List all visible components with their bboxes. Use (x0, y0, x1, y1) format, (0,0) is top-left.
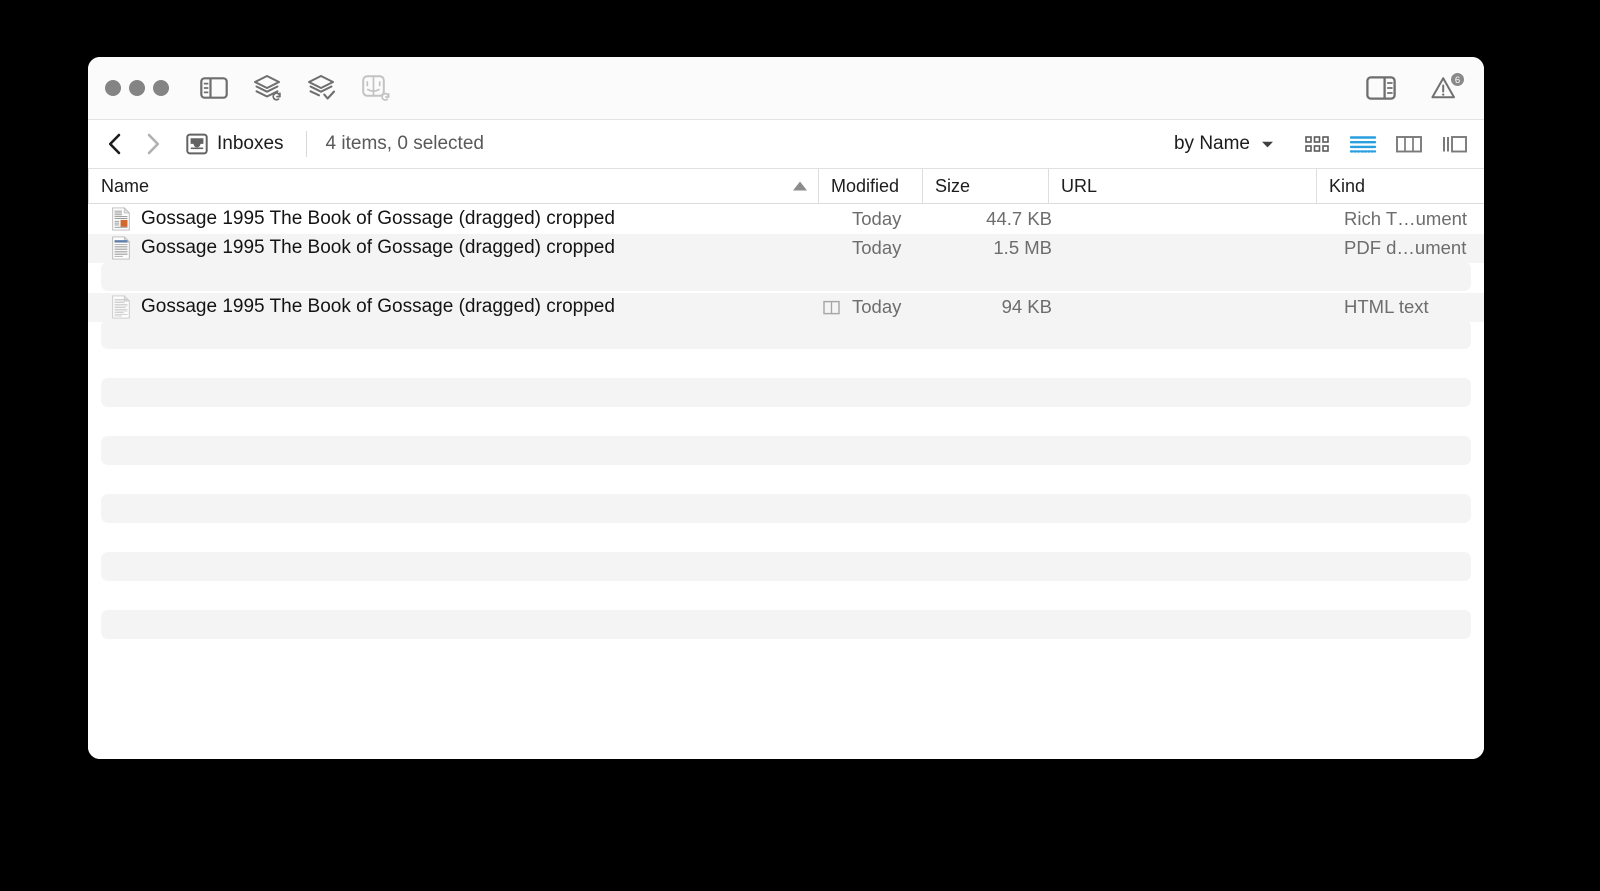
verify-button[interactable] (305, 71, 339, 105)
row-flag-cell (816, 293, 846, 323)
row-flag-cell (816, 234, 846, 264)
back-button[interactable] (104, 131, 126, 157)
table-row[interactable]: Gossage 1995 The Book of Gossage (dragge… (88, 292, 1484, 323)
empty-row (101, 494, 1471, 523)
desktop-backdrop: 6 (0, 0, 1600, 891)
finder-import-icon (362, 75, 390, 101)
layers-check-icon (308, 75, 336, 100)
row-modified-cell: Today (852, 296, 902, 318)
sort-order-button[interactable]: by Name (1168, 133, 1280, 155)
minimize-button[interactable] (129, 80, 145, 96)
sidebar-icon (200, 77, 228, 99)
row-name-label: Gossage 1995 The Book of Gossage (dragge… (141, 237, 615, 259)
column-view-icon (1396, 136, 1422, 153)
row-modified-cell: Today (852, 207, 902, 229)
location-label: Inboxes (217, 133, 284, 154)
chevron-down-icon (1262, 141, 1273, 147)
column-header-modified[interactable]: Modified (818, 169, 922, 203)
file-list[interactable]: Gossage 1995 The Book of Gossage (dragge… (88, 204, 1484, 759)
row-kind-cell: Rich T…ument (1344, 207, 1468, 229)
chevron-left-icon (108, 133, 121, 155)
empty-row (101, 320, 1471, 349)
column-header-modified-label: Modified (831, 175, 900, 196)
row-flag-cell (816, 204, 846, 234)
column-header-url-label: URL (1061, 175, 1098, 196)
row-name-label: Gossage 1995 The Book of Gossage (dragge… (141, 207, 615, 229)
inspector-icon (1366, 76, 1396, 100)
navbar-right-group: by Name (1168, 120, 1470, 168)
sort-ascending-icon (793, 181, 807, 191)
column-header-kind-label: Kind (1329, 175, 1366, 196)
html-document-icon (112, 295, 131, 319)
sidebar-toggle-button[interactable] (197, 71, 231, 105)
location-button[interactable]: Inboxes (186, 131, 306, 157)
list-view-icon (1349, 136, 1377, 153)
split-view-flag-icon (822, 300, 840, 315)
column-header-url[interactable]: URL (1048, 169, 1316, 203)
sync-button[interactable] (251, 71, 285, 105)
column-header-row: Name Modified Size URL Kind (88, 169, 1484, 204)
column-header-name-label: Name (101, 175, 150, 196)
table-row[interactable]: Gossage 1995 The Book of Gossage (dragge… (88, 233, 1484, 264)
row-kind-cell: HTML text (1344, 296, 1429, 318)
navigation-bar: Inboxes 4 items, 0 selected by Name (88, 120, 1484, 169)
view-mode-icon-button[interactable] (1302, 131, 1332, 157)
view-mode-list-button[interactable] (1348, 131, 1378, 157)
layers-sync-icon (254, 75, 281, 101)
forward-button[interactable] (142, 131, 164, 157)
inbox-icon (186, 133, 208, 155)
column-header-size-label: Size (935, 175, 971, 196)
row-size-cell: 94 KB (1001, 296, 1052, 318)
inspector-toggle-button[interactable] (1364, 71, 1398, 105)
row-url-cell (1066, 293, 1334, 323)
view-mode-column-button[interactable] (1394, 131, 1424, 157)
nav-arrows (104, 131, 164, 157)
column-header-size[interactable]: Size (922, 169, 1048, 203)
empty-row (101, 436, 1471, 465)
row-name-cell[interactable]: Gossage 1995 The Book of Gossage (dragge… (88, 204, 816, 234)
grid-view-icon (1305, 136, 1329, 152)
column-header-kind[interactable]: Kind (1316, 169, 1484, 203)
chevron-right-icon (147, 133, 160, 155)
view-mode-split-button[interactable] (1440, 131, 1470, 157)
column-header-name[interactable]: Name (88, 169, 818, 203)
empty-row (101, 378, 1471, 407)
alerts-badge: 6 (1450, 72, 1465, 87)
toolbar-icons (197, 71, 393, 105)
alerts-button[interactable]: 6 (1428, 72, 1465, 104)
zoom-button[interactable] (153, 80, 169, 96)
close-button[interactable] (105, 80, 121, 96)
row-name-cell[interactable]: Gossage 1995 The Book of Gossage (dragge… (88, 234, 816, 264)
empty-row (101, 262, 1471, 291)
row-size-cell: 44.7 KB (986, 207, 1052, 229)
toolbar-right-group: 6 (1364, 57, 1465, 119)
empty-row (101, 552, 1471, 581)
row-modified-cell: Today (852, 237, 902, 259)
row-name-label: Gossage 1995 The Book of Gossage (dragge… (141, 296, 615, 318)
row-kind-cell: PDF d…ument (1344, 237, 1467, 259)
import-button[interactable] (359, 71, 393, 105)
split-view-icon (1443, 136, 1467, 153)
devonthink-window: 6 (88, 57, 1484, 759)
row-url-cell (1066, 204, 1334, 234)
pdf-document-icon (112, 236, 131, 260)
view-mode-group (1302, 131, 1470, 157)
rtf-document-icon (112, 206, 131, 231)
sort-order-label: by Name (1173, 133, 1250, 154)
empty-row (101, 610, 1471, 639)
row-url-cell (1066, 234, 1334, 264)
window-titlebar: 6 (88, 57, 1484, 161)
row-name-cell[interactable]: Gossage 1995 The Book of Gossage (dragge… (88, 293, 816, 323)
table-row[interactable]: Gossage 1995 The Book of Gossage (dragge… (88, 204, 1484, 234)
traffic-lights (105, 80, 169, 96)
row-size-cell: 1.5 MB (993, 237, 1052, 259)
status-label: 4 items, 0 selected (325, 133, 484, 154)
